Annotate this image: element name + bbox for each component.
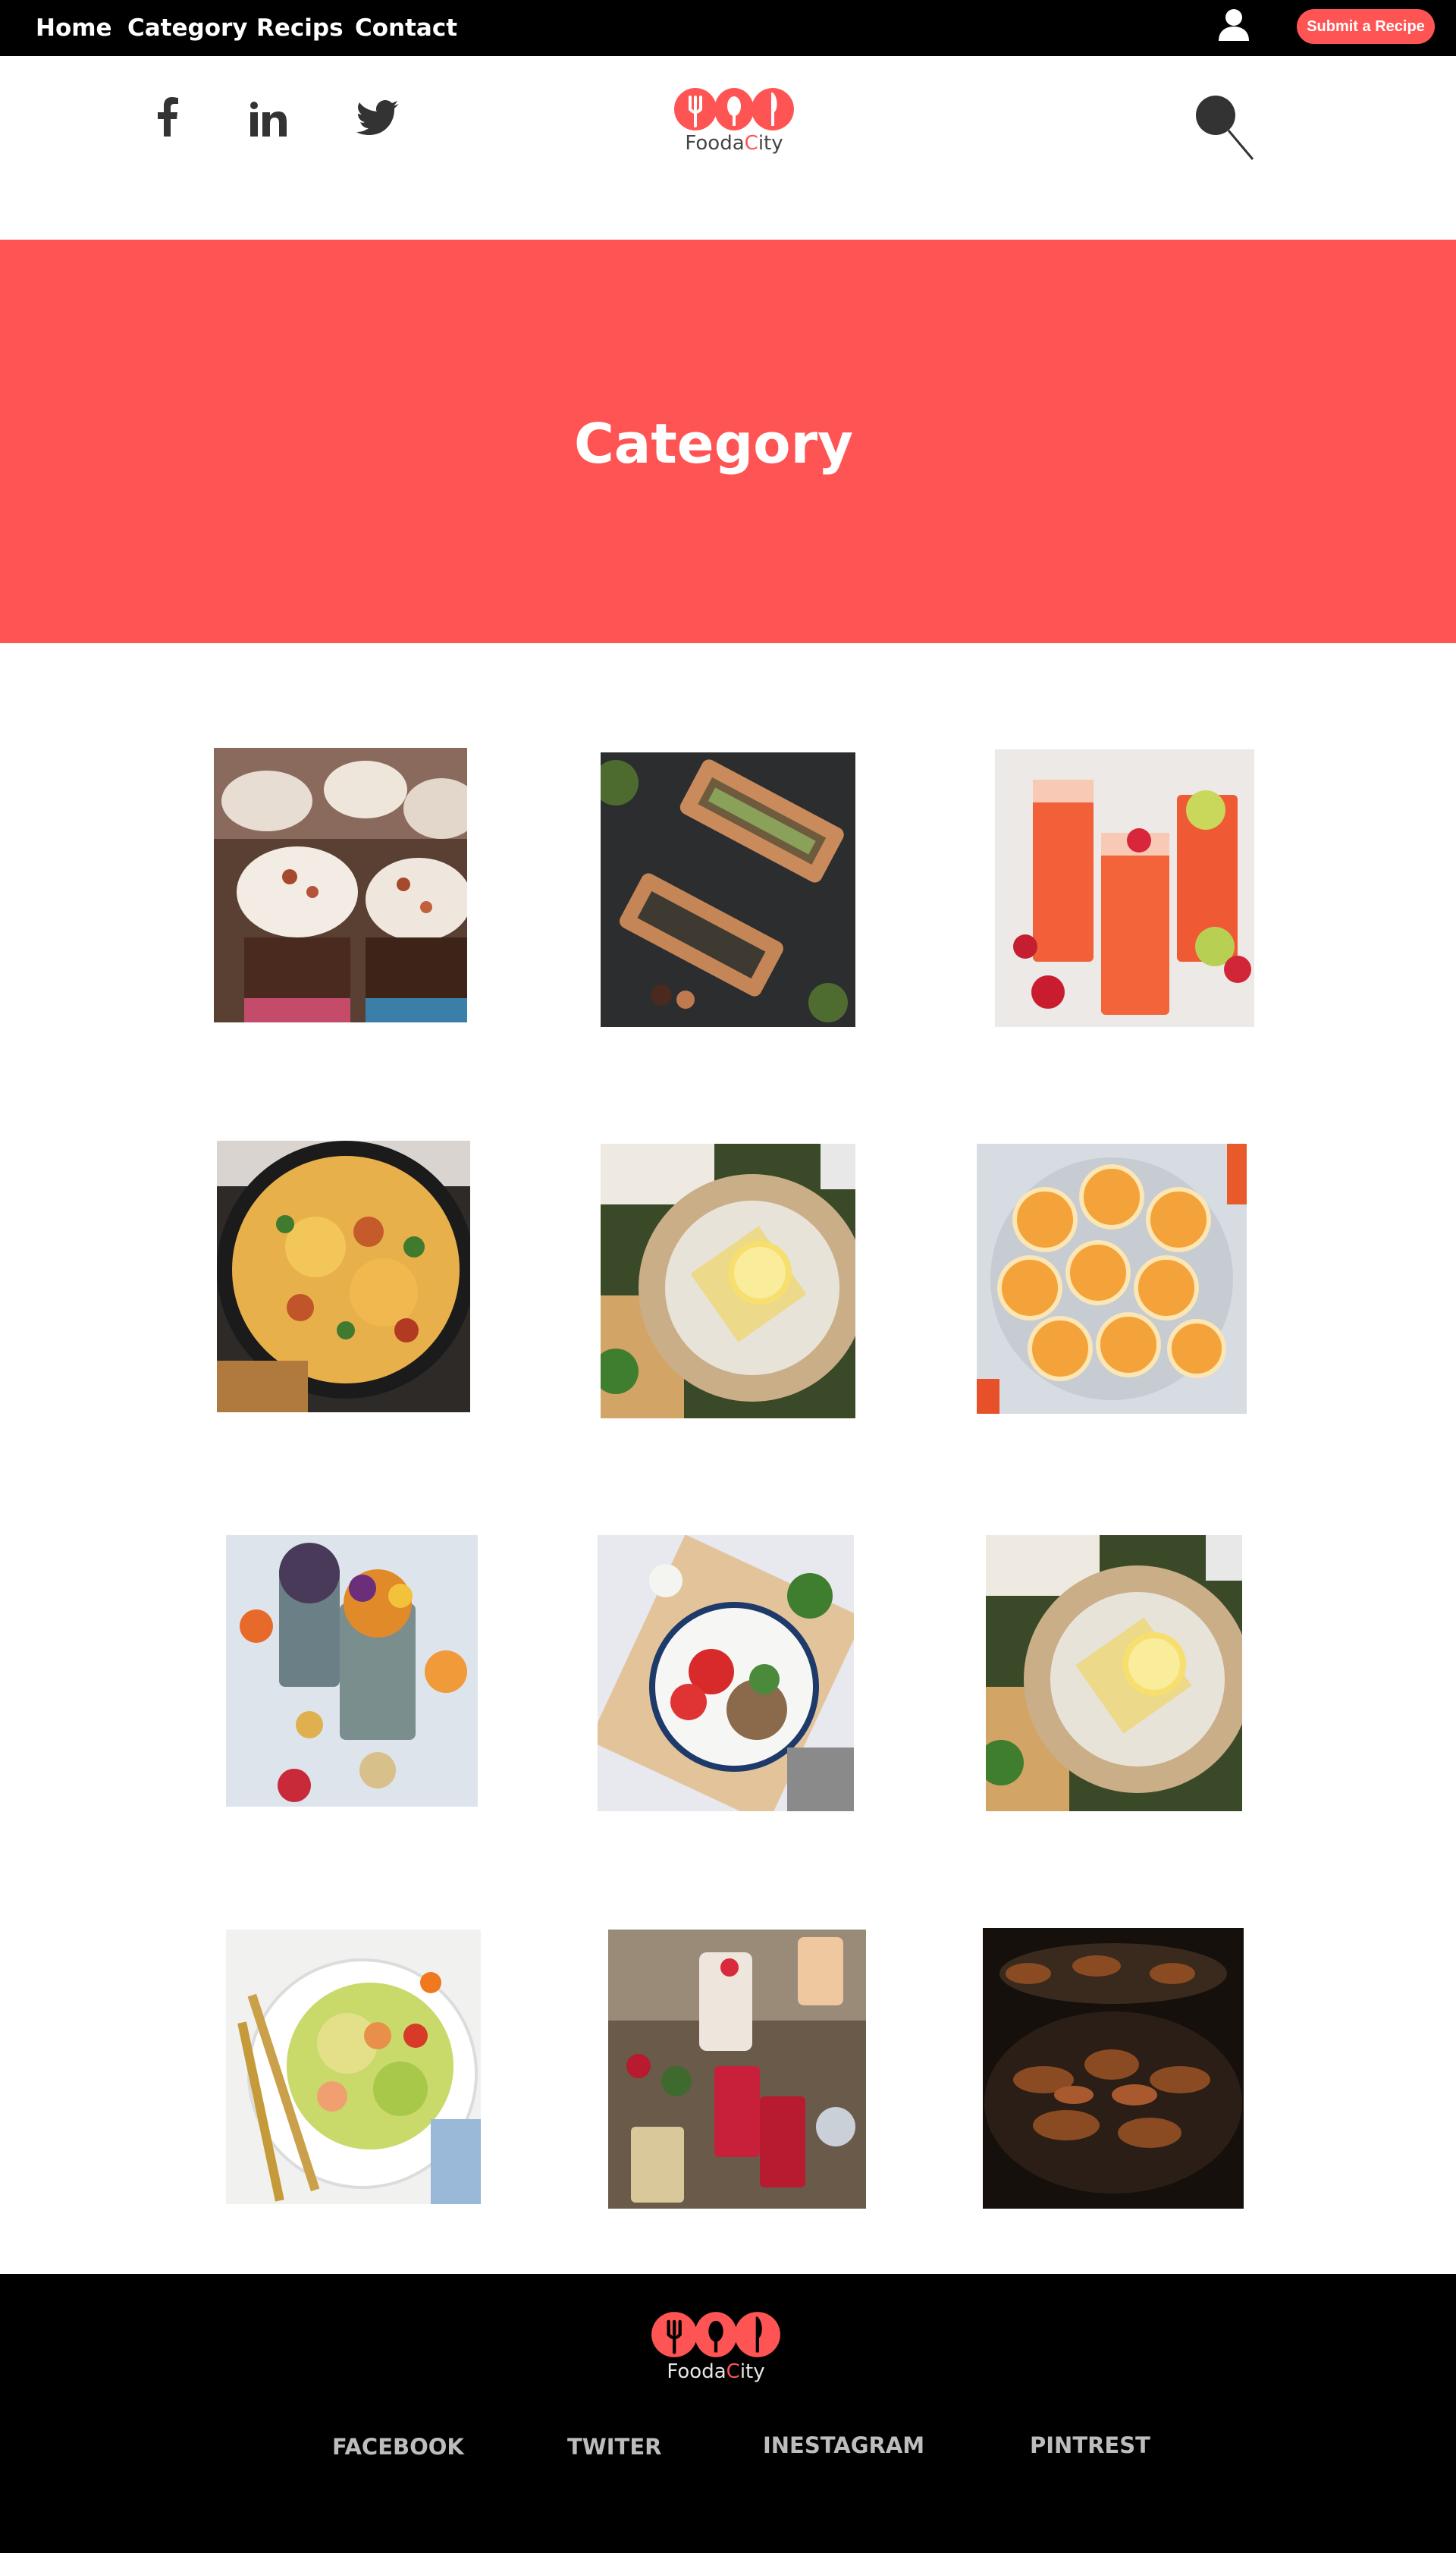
category-tile-fresh-salad[interactable] — [226, 1930, 481, 2204]
nav-home-link[interactable]: Home — [36, 13, 112, 43]
category-tile-lemon-cake-2[interactable] — [986, 1535, 1242, 1811]
category-tile-sushi[interactable] — [601, 752, 855, 1027]
category-tile-lemon-cake[interactable] — [601, 1144, 855, 1418]
footer-twiter-link[interactable]: TWITER — [567, 2432, 661, 2462]
search-icon[interactable] — [1194, 93, 1254, 162]
footer: FoodaCity FACEBOOK TWITER INESTAGRAM PIN… — [0, 2274, 1456, 2553]
hero-banner: Category — [0, 240, 1456, 643]
cheesy-skillet-image-icon — [217, 1141, 470, 1412]
swirl-cookies-image-icon — [977, 1144, 1247, 1414]
nav-category-link[interactable]: Category — [127, 13, 248, 43]
strawberry-drinks-image-icon — [995, 749, 1254, 1027]
user-icon[interactable] — [1216, 6, 1252, 42]
nav-recips-link[interactable]: Recips — [256, 13, 344, 43]
fresh-salad-image-icon — [226, 1930, 481, 2204]
berry-cocktails-image-icon — [608, 1930, 866, 2209]
footer-facebook-link[interactable]: FACEBOOK — [332, 2432, 464, 2462]
lemon-cake-plate-image-icon — [986, 1535, 1242, 1811]
category-tile-smoothie[interactable] — [226, 1535, 478, 1807]
smoothie-bowls-image-icon — [226, 1535, 478, 1807]
foodacity-logo-text: FoodaCity — [685, 132, 783, 155]
foodacity-footer-logo-text: FoodaCity — [667, 2360, 765, 2383]
category-tile-cocktails[interactable] — [608, 1930, 866, 2209]
nav-contact-link[interactable]: Contact — [355, 13, 457, 43]
top-nav: Home Category Recips Contact Submit a Re… — [0, 0, 1456, 56]
foodacity-logo-icon — [674, 88, 794, 130]
tomato-salad-plate-image-icon — [598, 1535, 854, 1811]
sushi-boards-image-icon — [601, 752, 855, 1027]
foodacity-footer-logo-icon — [651, 2312, 780, 2357]
facebook-icon[interactable] — [156, 97, 179, 137]
category-tile-cupcakes[interactable] — [214, 748, 467, 1022]
lemon-cake-plate-image-icon — [601, 1144, 855, 1418]
category-tile-tomato-salad[interactable] — [598, 1535, 854, 1811]
cupcakes-image-icon — [214, 748, 467, 1022]
submit-recipe-button[interactable]: Submit a Recipe — [1297, 9, 1435, 44]
category-tile-skillet[interactable] — [217, 1141, 470, 1412]
footer-inestagram-link[interactable]: INESTAGRAM — [763, 2430, 924, 2460]
barbecue-grill-image-icon — [983, 1928, 1244, 2209]
page-title: Category — [573, 412, 854, 476]
linkedin-icon[interactable] — [250, 102, 287, 137]
category-tile-barbecue[interactable] — [983, 1928, 1244, 2209]
footer-pintrest-link[interactable]: PINTREST — [1030, 2430, 1150, 2460]
twitter-icon[interactable] — [356, 100, 399, 135]
category-tile-cookies[interactable] — [977, 1144, 1247, 1414]
category-tile-drinks[interactable] — [995, 749, 1254, 1027]
